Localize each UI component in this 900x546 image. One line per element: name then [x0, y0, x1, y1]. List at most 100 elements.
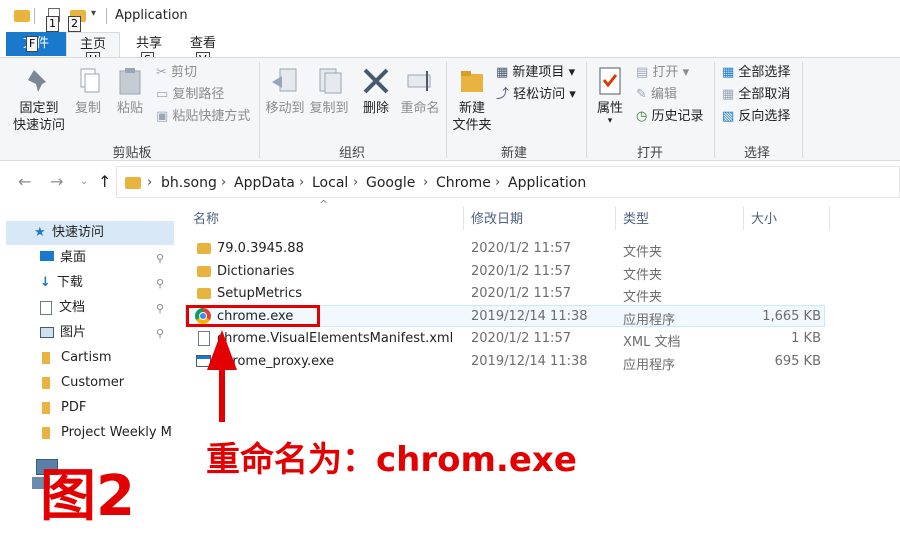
chevron-right-icon: › [495, 175, 501, 190]
paste-icon [115, 66, 145, 96]
nav-item-pdf[interactable]: PDF [42, 396, 86, 420]
file-name[interactable]: Dictionaries [217, 264, 294, 279]
delete-button[interactable]: 删除 [358, 66, 394, 117]
paste-button[interactable]: 粘贴 [112, 66, 148, 117]
breadcrumb-item[interactable]: Application [508, 175, 586, 191]
column-divider[interactable] [743, 206, 744, 230]
group-separator [586, 62, 587, 158]
open-button[interactable]: ▤ 打开 ▾ [636, 63, 689, 83]
folder-icon [42, 401, 50, 414]
pin-icon[interactable]: ⚲ [156, 252, 164, 265]
breadcrumb-item[interactable]: Local [312, 175, 348, 191]
file-name[interactable]: 79.0.3945.88 [217, 241, 304, 256]
folder-icon [197, 243, 211, 254]
breadcrumb-item[interactable]: bh.song [161, 175, 217, 191]
folder-icon [14, 10, 30, 22]
back-arrow-icon[interactable]: ← [18, 172, 31, 191]
new-item-button[interactable]: ▦ 新建项目 ▾ [496, 63, 575, 83]
new-folder-button[interactable]: 新建 文件夹 [450, 66, 494, 134]
picture-icon [40, 327, 54, 338]
pin-icon[interactable]: ⚲ [156, 277, 164, 290]
nav-item-cartism[interactable]: Cartism [42, 346, 112, 370]
file-name[interactable]: SetupMetrics [217, 286, 302, 301]
file-date: 2020/1/2 11:57 [471, 264, 571, 279]
paste-shortcut-button[interactable]: ▣ 粘贴快捷方式 [156, 107, 250, 127]
pin-icon[interactable]: ⚲ [156, 302, 164, 315]
column-header-name[interactable]: 名称 [193, 208, 219, 227]
easy-access-icon: ⤴ [496, 87, 514, 102]
address-bar: ← → ⌄ ↑ › bh.song › AppData › Local › Go… [0, 166, 900, 198]
new-folder-label-line2: 文件夹 [452, 118, 492, 133]
edit-button[interactable]: ✎ 编辑 [636, 85, 677, 105]
nav-item-desktop[interactable]: 桌面 [40, 246, 86, 270]
nav-item-project-weekly[interactable]: Project Weekly M [42, 421, 174, 445]
address-field[interactable]: › bh.song › AppData › Local › Google › C… [116, 166, 900, 198]
copy-path-button[interactable]: ▭ 复制路径 [156, 85, 224, 105]
breadcrumb-item[interactable]: Chrome [436, 175, 491, 191]
properties-button[interactable]: 属性 ▾ [592, 66, 628, 126]
up-arrow-icon[interactable]: ↑ [98, 172, 111, 191]
tab-share-label: 共享 [135, 36, 162, 51]
pin-label-line2: 快速访问 [12, 118, 65, 133]
easy-access-label: 轻松访问 [513, 87, 566, 102]
pin-to-quick-access-button[interactable]: 固定到 快速访问 [10, 66, 68, 134]
download-icon: ↓ [40, 275, 51, 290]
forward-arrow-icon[interactable]: → [50, 172, 63, 191]
new-folder-icon [457, 66, 487, 96]
properties-label: 属性 [596, 101, 623, 116]
select-all-icon: ▦ [722, 65, 739, 80]
chevron-right-icon: › [299, 175, 305, 190]
recent-locations-chevron-icon[interactable]: ⌄ [80, 176, 88, 187]
breadcrumb-item[interactable]: Google [366, 175, 415, 191]
customize-quick-access-icon[interactable]: ▾ [91, 8, 96, 19]
title-bar: 1 2 ▾ Application [0, 0, 900, 32]
folder-icon [197, 288, 211, 299]
nav-item-label: Customer [61, 375, 125, 390]
column-divider[interactable] [829, 206, 830, 230]
star-icon: ★ [34, 225, 46, 240]
nav-item-customer[interactable]: Customer [42, 371, 124, 395]
new-item-label: 新建项目 [512, 65, 565, 80]
move-to-button[interactable]: 移动到 [263, 66, 307, 117]
open-group-label: 打开 [636, 146, 663, 161]
cut-button[interactable]: ✂ 剪切 [156, 63, 197, 83]
file-date: 2020/1/2 11:57 [471, 241, 571, 256]
nav-quick-access[interactable]: ★ 快速访问 [6, 221, 174, 245]
column-divider[interactable] [463, 206, 464, 230]
copy-to-button[interactable]: 复制到 [307, 66, 351, 117]
ribbon-tabs: 文件 F 主页 H 共享 S 查看 V [0, 32, 900, 68]
pin-icon[interactable]: ⚲ [156, 327, 164, 340]
rename-label: 重命名 [400, 101, 440, 116]
file-type: 文件夹 [623, 245, 663, 260]
chevron-down-icon: ▾ [678, 65, 690, 80]
invert-selection-button[interactable]: ▧ 反向选择 [722, 107, 790, 127]
column-header-type[interactable]: 类型 [623, 208, 649, 227]
history-button[interactable]: ◷ 历史记录 [636, 107, 704, 127]
rename-button[interactable]: 重命名 [398, 66, 442, 117]
select-none-button[interactable]: ▦ 全部取消 [722, 85, 790, 105]
select-none-icon: ▦ [722, 87, 739, 102]
file-date: 2020/1/2 11:57 [471, 331, 571, 346]
file-name[interactable]: chrome.VisualElementsManifest.xml [217, 331, 453, 346]
easy-access-button[interactable]: ⤴ 轻松访问 ▾ [496, 85, 576, 105]
nav-item-pictures[interactable]: 图片 [40, 321, 86, 345]
column-header-size[interactable]: 大小 [751, 208, 777, 227]
nav-item-documents[interactable]: 文档 [40, 296, 85, 320]
divider [106, 8, 107, 24]
copy-button[interactable]: 复制 [70, 66, 106, 117]
group-separator [714, 62, 715, 158]
nav-item-downloads[interactable]: ↓ 下载 [40, 271, 83, 295]
copy-label: 复制 [74, 101, 101, 116]
edit-icon: ✎ [636, 87, 652, 102]
file-list: ^ 名称 修改日期 类型 大小 79.0.3945.88 2020/1/2 11… [175, 198, 900, 546]
ribbon: 固定到 快速访问 复制 粘贴 ✂ 剪切 ▭ 复制路径 ▣ 粘贴快捷方式 剪贴板 … [0, 57, 900, 161]
copy-path-icon: ▭ [156, 87, 173, 102]
nav-item-label: 桌面 [60, 250, 87, 265]
select-all-button[interactable]: ▦ 全部选择 [722, 63, 790, 83]
breadcrumb-item[interactable]: AppData [234, 175, 295, 191]
column-header-date[interactable]: 修改日期 [471, 208, 523, 227]
column-divider[interactable] [615, 206, 616, 230]
open-icon: ▤ [636, 65, 653, 80]
chevron-right-icon: › [423, 175, 429, 190]
organize-group-label: 组织 [338, 146, 365, 161]
